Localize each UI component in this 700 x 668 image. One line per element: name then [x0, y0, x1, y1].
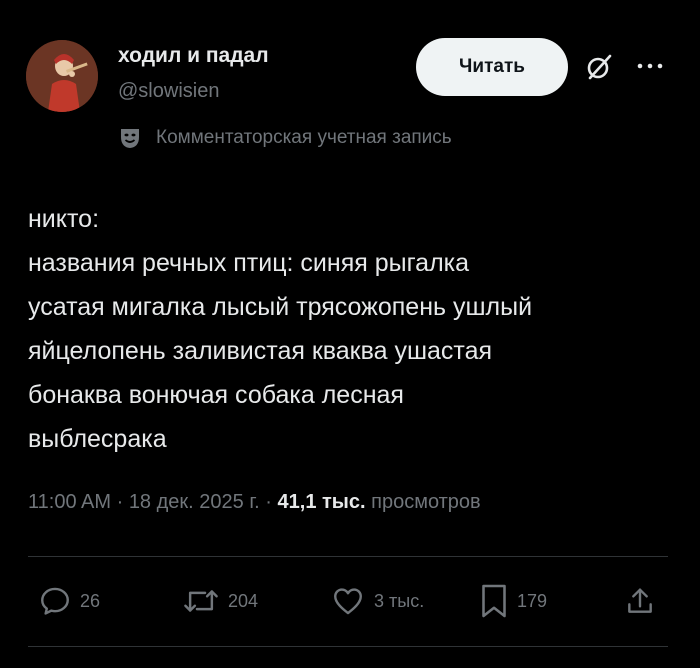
reply-count: 26 — [80, 590, 101, 611]
avatar[interactable] — [26, 40, 98, 112]
repost-button[interactable]: 204 — [182, 583, 258, 619]
avatar-image — [26, 40, 98, 112]
like-count: 3 тыс. — [374, 590, 425, 611]
more-dots-icon[interactable] — [635, 56, 665, 76]
follow-button[interactable]: Читать — [416, 38, 568, 96]
tweet-line: яйцелопень заливистая кваква ушастая — [28, 337, 493, 365]
divider-top — [28, 556, 668, 557]
views-label: просмотров — [371, 491, 481, 513]
tweet-text: никто: названия речных птиц: синяя рыгал… — [28, 197, 678, 461]
account-type-label: Комментаторская учетная запись — [156, 127, 452, 148]
like-button[interactable]: 3 тыс. — [330, 583, 424, 619]
tweet-date[interactable]: 18 дек. 2025 г. — [129, 491, 260, 513]
views-count[interactable]: 41,1 тыс. — [278, 491, 366, 513]
repost-icon — [184, 590, 218, 612]
heart-icon — [334, 588, 362, 615]
meta-separator: · — [259, 491, 278, 513]
bookmark-button[interactable]: 179 — [479, 583, 547, 619]
author-display-name[interactable]: ходил и падал — [118, 44, 269, 68]
theater-mask-icon — [121, 129, 139, 148]
repost-count: 204 — [228, 590, 259, 611]
reply-icon — [41, 587, 69, 615]
reply-button[interactable]: 26 — [38, 583, 100, 619]
account-type-row: Комментаторская учетная запись — [118, 124, 452, 152]
tweet-meta: 11:00 AM · 18 дек. 2025 г. · 41,1 тыс. п… — [28, 491, 481, 514]
bookmark-count: 179 — [517, 590, 548, 611]
bookmark-icon — [482, 584, 506, 618]
tweet-line: названия речных птиц: синяя рыгалка — [28, 249, 470, 277]
tweet-line: выблесрака — [28, 425, 167, 453]
divider-bottom — [28, 646, 668, 647]
tweet-time[interactable]: 11:00 AM — [28, 491, 111, 513]
tweet-line: никто: — [28, 205, 100, 233]
share-icon — [628, 588, 652, 613]
author-handle[interactable]: @slowisien — [118, 80, 219, 103]
share-button[interactable] — [624, 583, 656, 619]
tweet-line: усатая мигалка лысый трясожопень ушлый — [28, 293, 533, 321]
meta-separator: · — [111, 491, 129, 513]
grok-icon[interactable] — [584, 52, 614, 82]
tweet-line: бонаква вонючая собака лесная — [28, 381, 404, 409]
